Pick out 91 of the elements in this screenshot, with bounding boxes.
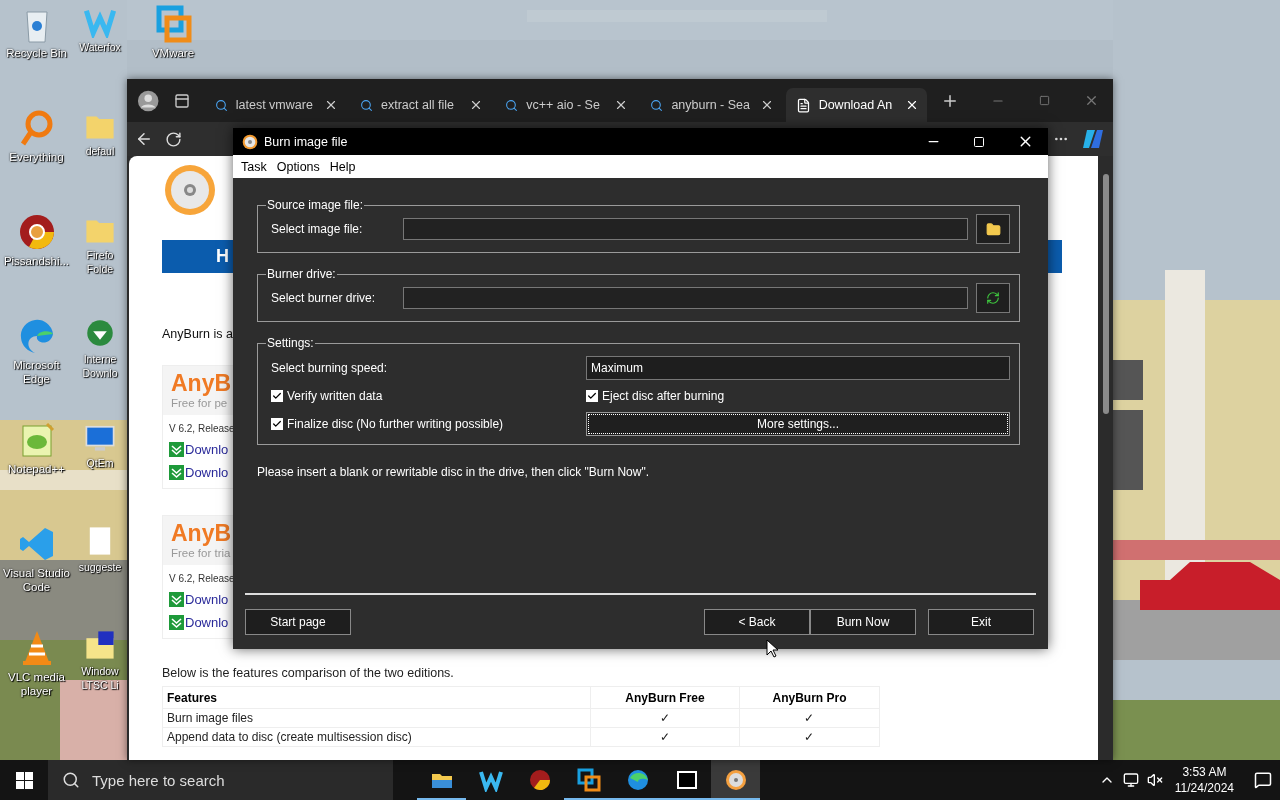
tab-title: latest vmware [235,98,314,112]
edition-name: AnyB [171,370,232,397]
nav-button[interactable]: Burn Now [810,609,916,635]
download-link[interactable]: Downlo [169,465,229,480]
edition-note: Free for tria [171,547,231,559]
more-settings-button[interactable]: More settings... [586,412,1010,436]
browse-button[interactable] [976,214,1010,244]
refresh-icon [986,291,1000,305]
search-icon [214,98,228,112]
group-title: Burner drive: [266,267,337,281]
search-icon [505,98,519,112]
refresh-button[interactable] [976,283,1010,313]
volume-muted-icon[interactable] [1146,772,1163,788]
tab-title: extract all file [380,98,455,112]
checkbox[interactable] [271,418,283,430]
tab-title: Download An [818,98,894,112]
download-icon [169,592,184,607]
search-icon [62,771,80,789]
download-link[interactable]: Downlo [169,592,229,607]
menu-item[interactable]: Task [237,159,271,174]
document-icon [795,97,811,113]
windows-logo-icon [15,771,33,789]
table-cell: ✓ [590,708,740,728]
tab-actions-icon[interactable] [174,92,191,109]
field-label: Select burning speed: [271,361,389,375]
checkbox[interactable] [271,390,283,402]
option-checkbox[interactable]: Eject disc after burning [586,389,1010,403]
intro-text: AnyBurn is a [162,327,234,341]
table-cell: ✓ [739,708,880,728]
table-header: Features [162,686,591,709]
back-icon[interactable] [135,130,153,148]
table-cell: ✓ [739,727,880,747]
option-checkbox[interactable]: Finalize disc (No further writing possible) [271,417,586,431]
group-title: Settings: [266,336,315,350]
checkbox[interactable] [586,390,598,402]
avatar-icon[interactable] [137,88,160,113]
disc-icon [242,133,258,150]
menu-item[interactable]: Help [325,159,360,174]
field-label: Select image file: [271,222,364,236]
sun-disc-logo [162,164,218,216]
download-icon [169,465,184,480]
disc-icon [723,768,748,792]
squares-icon [576,768,601,792]
group-title: Source image file: [266,198,365,212]
download-link[interactable]: Downlo [169,615,229,630]
clock[interactable]: 3:53 AM 11/24/2024 [1174,764,1234,796]
start-page-button[interactable]: Start page [245,609,351,635]
exit-button[interactable]: Exit [928,609,1034,635]
notifications-icon[interactable] [1254,771,1272,789]
window-title: Burn image file [264,134,349,149]
instruction-text: Please insert a blank or rewritable disc in the drive, then click "Burn Now". [257,465,651,479]
browser-icon [527,768,552,792]
comparison-intro: Below is the features comparison of the two editions. [162,666,455,680]
table-cell: Burn image files [162,708,591,728]
edition-note: Free for pe [171,397,228,409]
network-icon[interactable] [1122,772,1139,788]
refresh-icon[interactable] [165,130,182,148]
download-link[interactable]: Downlo [169,442,229,457]
table-cell: ✓ [590,727,740,747]
download-icon [169,442,184,457]
edition-name: AnyB [171,520,232,547]
banner-text: H [216,246,229,267]
search-icon [359,98,373,112]
burner-drive-field[interactable] [403,287,968,309]
folder-icon [985,221,1001,237]
nav-button[interactable]: < Back [704,609,810,635]
option-checkbox[interactable]: Verify written data [271,389,586,403]
scrollbar[interactable] [1098,156,1113,760]
browser-tab[interactable]: latest vmware [204,88,346,122]
tab-title: vc++ aio - Se [526,98,601,112]
image-file-field[interactable] [403,218,968,240]
browser-tab[interactable]: vc++ aio - Se [495,88,637,122]
tab-title: anyburn - Sea [671,98,751,112]
speed-select[interactable]: Maximum [586,356,1010,380]
field-label: Select burner drive: [271,291,377,305]
mouse-cursor-icon [766,639,778,658]
taskbar-search-field[interactable]: Type here to search [48,760,393,800]
taskbar-app[interactable] [711,760,760,800]
search-icon [650,98,664,112]
table-cell: Append data to disc (create multisession disc) [162,727,591,747]
download-icon [169,615,184,630]
copilot-icon[interactable] [1081,127,1105,151]
table-header: AnyBurn Free [590,686,740,709]
browser-tab[interactable]: anyburn - Sea [640,88,782,122]
menu-item[interactable]: Options [272,159,324,174]
table-header: AnyBurn Pro [739,686,880,709]
browser-tab[interactable]: extract all file [349,88,492,122]
version-text: V 6.2, Release [169,573,235,584]
version-text: V 6.2, Release [169,423,235,434]
browser-tab[interactable]: Download An [785,88,927,122]
edge-icon [625,768,650,792]
